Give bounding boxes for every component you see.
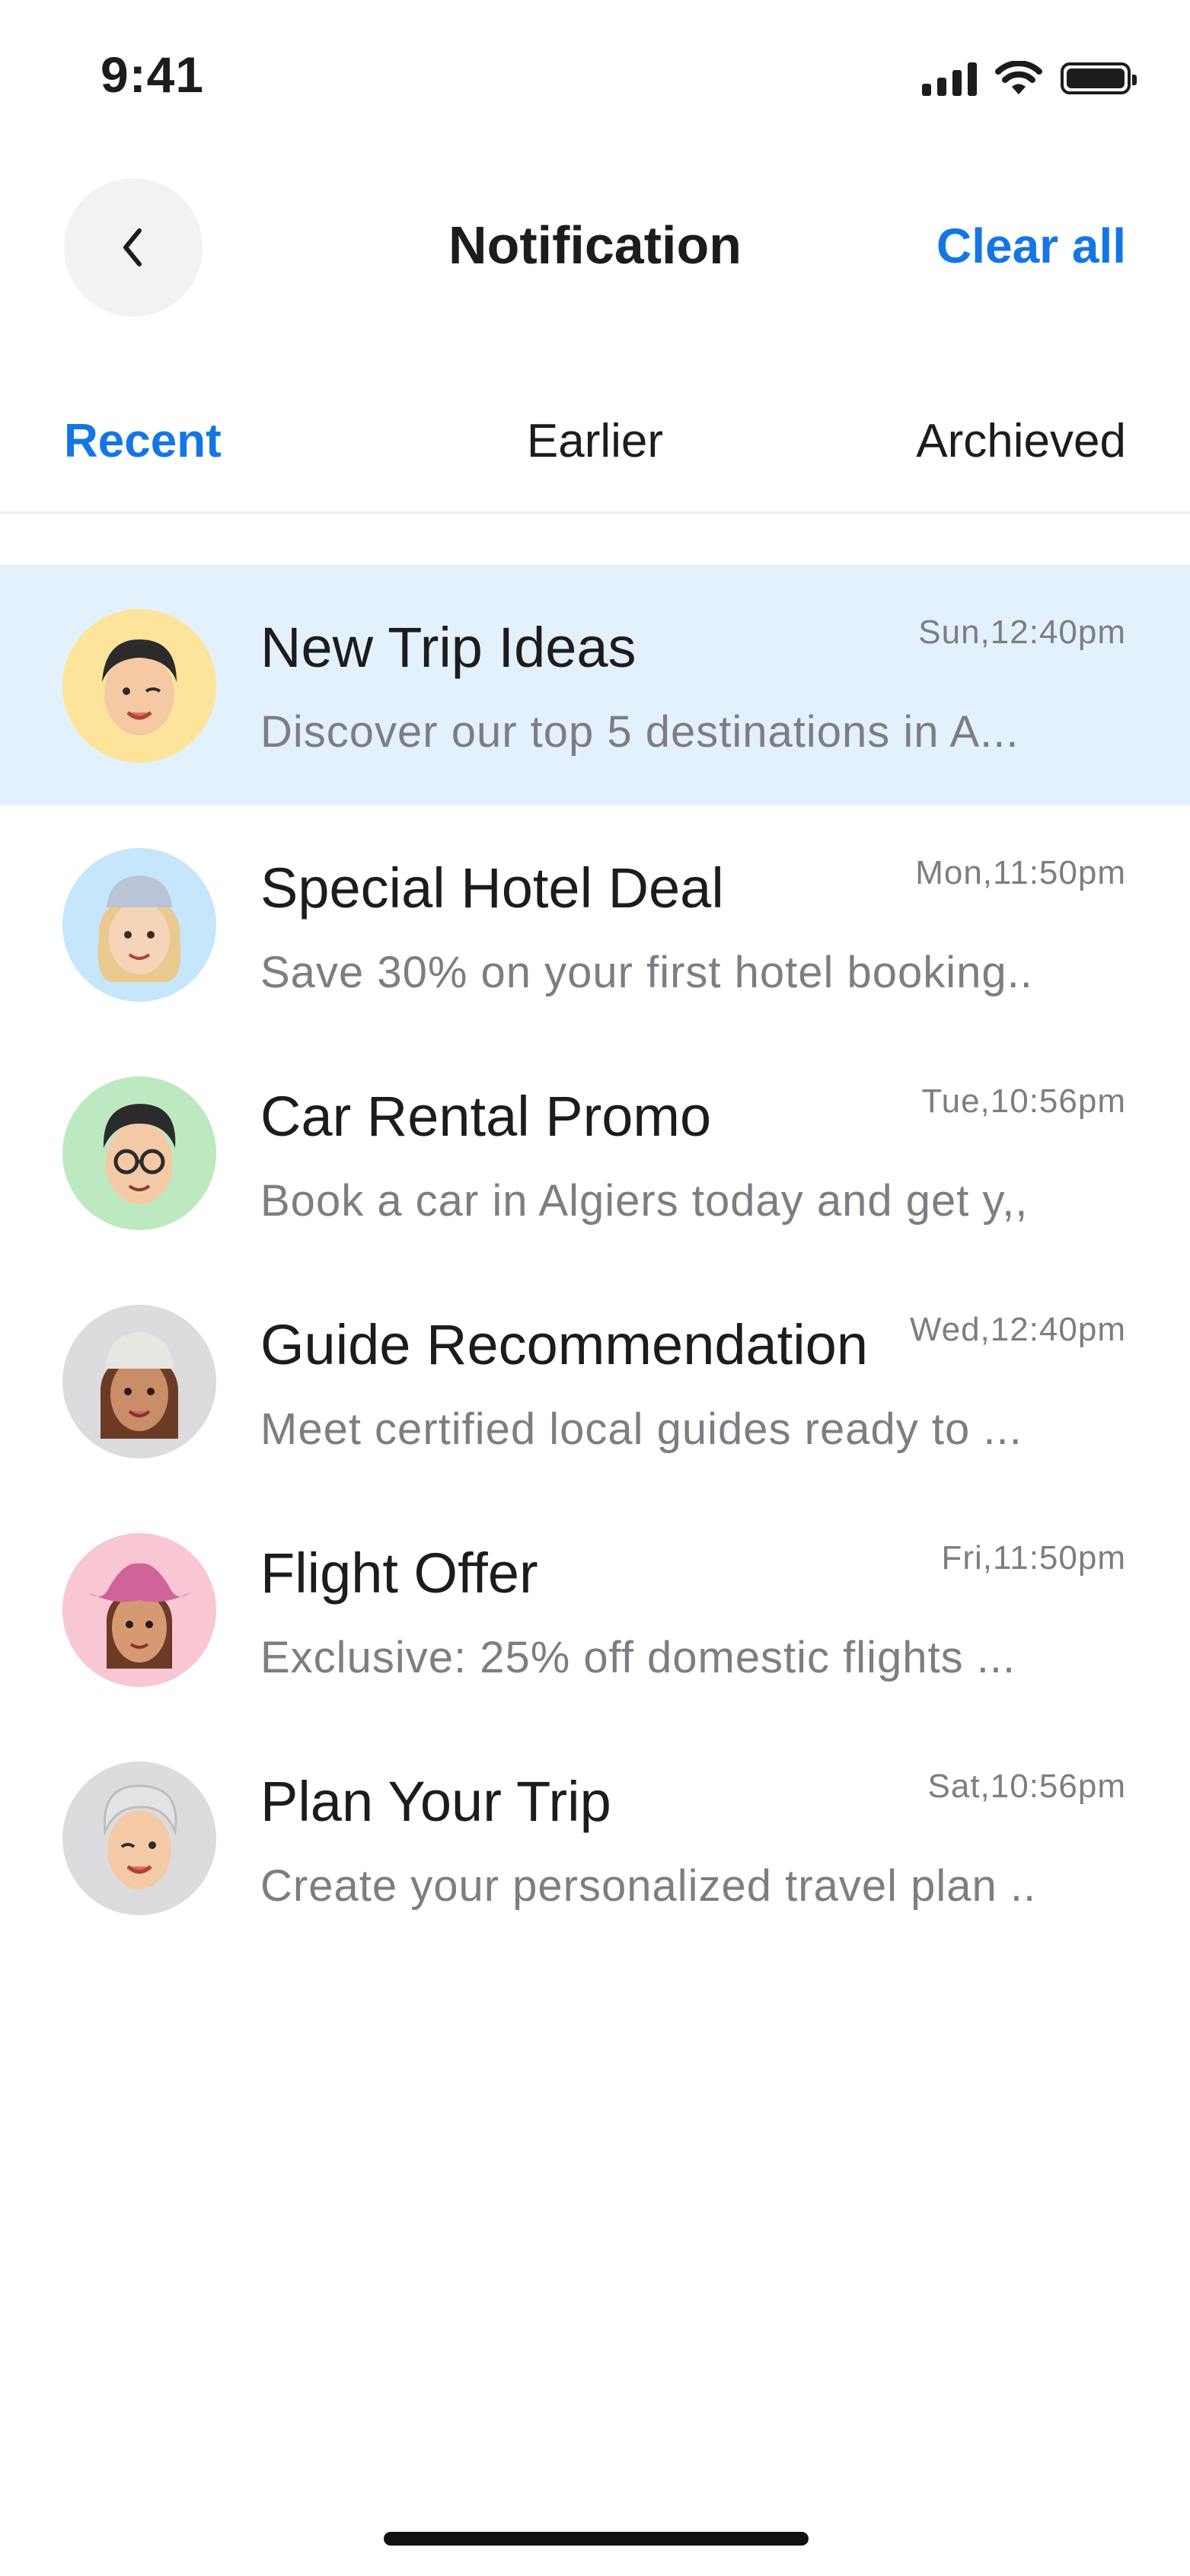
notification-preview: Exclusive: 25% off domestic flights ... [260, 1633, 1016, 1682]
memoji-avatar-icon [62, 1533, 216, 1687]
tab-archived[interactable]: Archieved [916, 414, 1126, 468]
avatar [62, 1305, 216, 1459]
notification-preview: Meet certified local guides ready to ... [260, 1404, 1023, 1454]
wifi-icon [995, 61, 1042, 94]
notification-list: New Trip Ideas Discover our top 5 destin… [0, 565, 1190, 1947]
notification-item[interactable]: Guide Recommendation Meet certified loca… [0, 1262, 1190, 1490]
avatar [62, 609, 216, 763]
notification-time: Mon,11:50pm [915, 854, 1126, 891]
notification-item[interactable]: Special Hotel Deal Save 30% on your firs… [0, 805, 1190, 1034]
memoji-avatar-icon [62, 848, 216, 1002]
avatar [62, 1761, 216, 1915]
tab-bar: Recent Earlier Archieved [64, 414, 1126, 475]
status-icons [922, 61, 1137, 96]
clear-all-button[interactable]: Clear all [936, 218, 1126, 274]
memoji-avatar-icon [62, 1761, 216, 1915]
home-indicator [384, 2532, 809, 2546]
notification-item[interactable]: Plan Your Trip Create your personalized … [0, 1719, 1190, 1947]
avatar [62, 1533, 216, 1687]
tabs-divider [0, 512, 1190, 514]
notification-title: Flight Offer [260, 1541, 538, 1605]
notification-title: Guide Recommendation [260, 1313, 868, 1376]
avatar [62, 848, 216, 1002]
memoji-avatar-icon [62, 609, 216, 763]
notification-preview: Discover our top 5 destinations in A... [260, 707, 1019, 757]
notification-preview: Save 30% on your first hotel booking.. [260, 948, 1033, 997]
memoji-avatar-icon [62, 1076, 216, 1230]
notification-title: Special Hotel Deal [260, 856, 724, 920]
status-time: 9:41 [100, 46, 205, 103]
notification-time: Sat,10:56pm [927, 1768, 1126, 1805]
avatar [62, 1076, 216, 1230]
notification-time: Fri,11:50pm [941, 1539, 1126, 1577]
cellular-signal-icon [922, 61, 977, 96]
notification-preview: Book a car in Algiers today and get y,, [260, 1176, 1029, 1226]
notification-preview: Create your personalized travel plan .. [260, 1861, 1037, 1911]
notification-title: Car Rental Promo [260, 1085, 712, 1148]
status-bar: 9:41 [0, 0, 1190, 152]
notification-time: Wed,12:40pm [909, 1311, 1126, 1348]
notification-time: Tue,10:56pm [921, 1082, 1126, 1120]
notification-item[interactable]: Car Rental Promo Book a car in Algiers t… [0, 1034, 1190, 1262]
memoji-avatar-icon [62, 1305, 216, 1459]
notification-title: Plan Your Trip [260, 1770, 611, 1833]
notification-time: Sun,12:40pm [918, 614, 1126, 651]
notification-item[interactable]: Flight Offer Exclusive: 25% off domestic… [0, 1490, 1190, 1719]
notification-item[interactable]: New Trip Ideas Discover our top 5 destin… [0, 565, 1190, 805]
battery-icon [1061, 62, 1137, 94]
notification-title: New Trip Ideas [260, 616, 636, 679]
